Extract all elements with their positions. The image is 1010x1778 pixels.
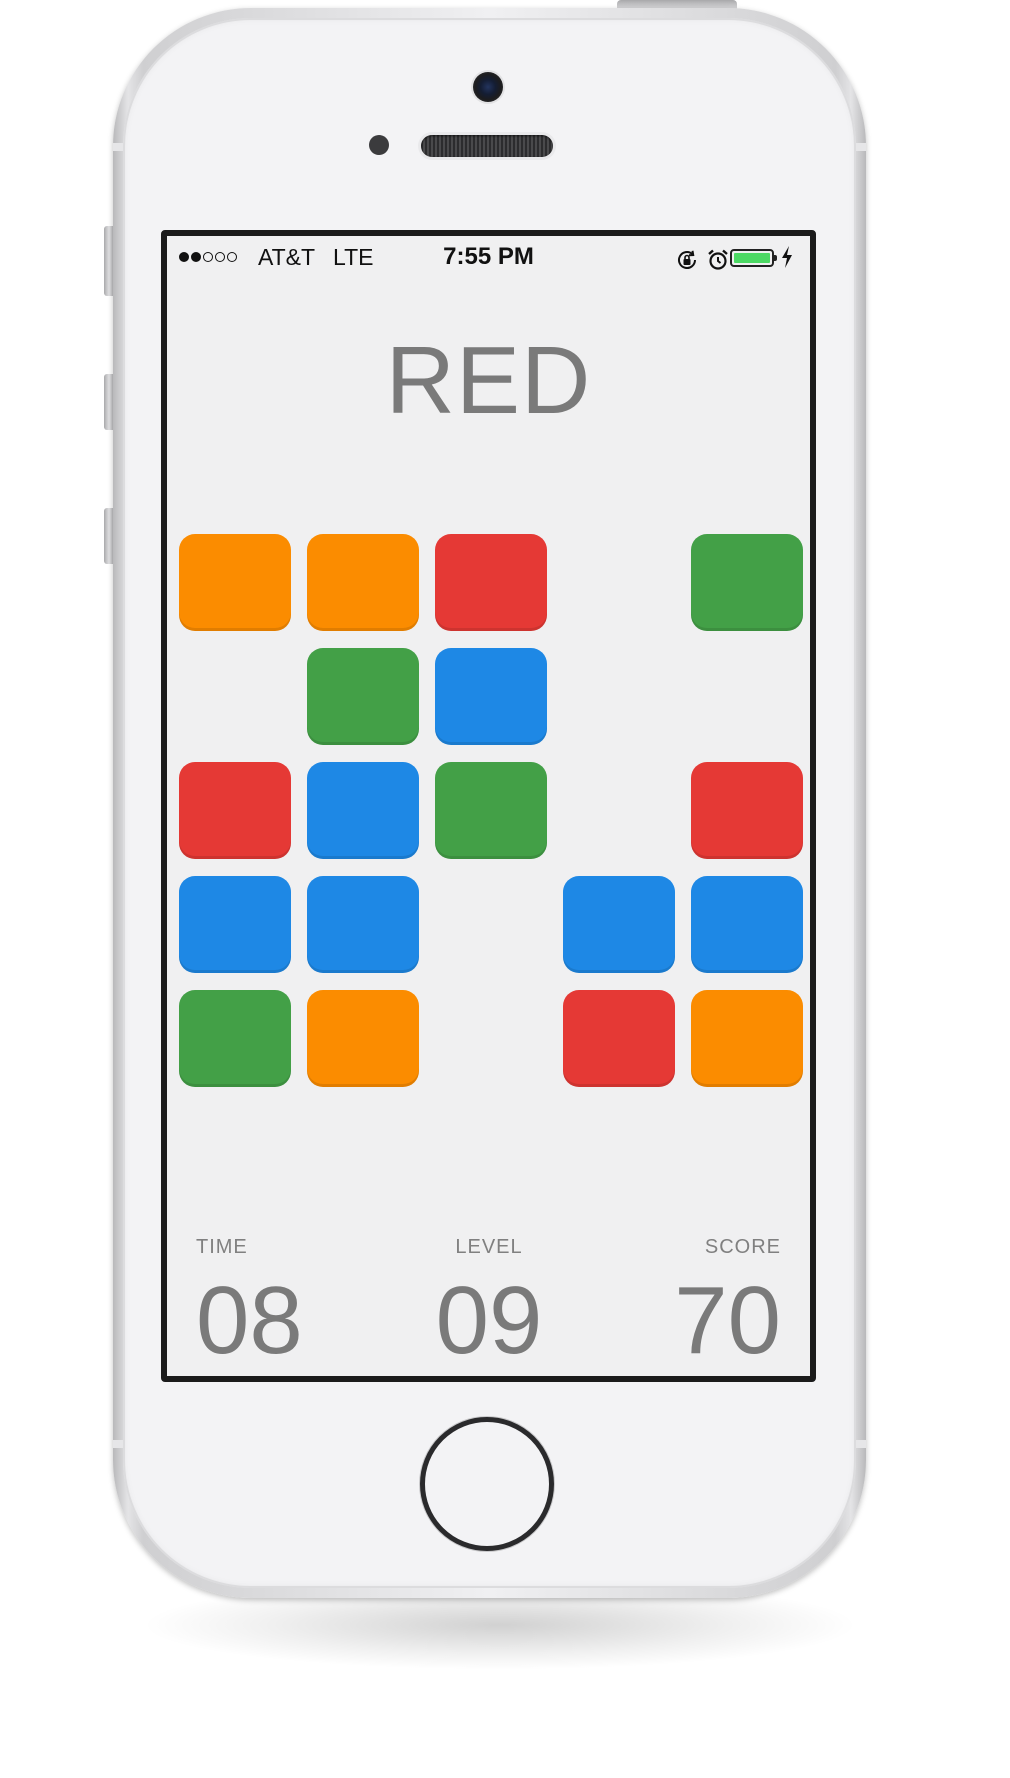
- battery-icon: [730, 249, 774, 267]
- battery-tip: [774, 255, 777, 261]
- score-value: 70: [674, 1267, 781, 1374]
- red-tile[interactable]: [563, 990, 675, 1087]
- orange-tile[interactable]: [179, 534, 291, 631]
- time-label: TIME: [196, 1236, 248, 1258]
- green-tile[interactable]: [435, 762, 547, 859]
- red-tile[interactable]: [691, 762, 803, 859]
- score-label: SCORE: [704, 1236, 781, 1258]
- green-tile[interactable]: [179, 990, 291, 1087]
- earpiece-speaker: [421, 135, 553, 157]
- time-value: 08: [196, 1267, 303, 1374]
- blue-tile[interactable]: [435, 648, 547, 745]
- level-label: LEVEL: [455, 1236, 523, 1258]
- time-stat: TIME 08: [196, 1236, 396, 1369]
- green-tile[interactable]: [307, 648, 419, 745]
- blue-tile[interactable]: [307, 762, 419, 859]
- charging-bolt-icon: [781, 246, 793, 274]
- front-camera: [473, 72, 503, 102]
- green-tile[interactable]: [691, 534, 803, 631]
- tile-grid: [179, 534, 805, 1094]
- level-stat: LEVEL 09: [389, 1236, 589, 1369]
- orange-tile[interactable]: [307, 990, 419, 1087]
- antenna-band: [856, 143, 866, 151]
- orange-tile[interactable]: [691, 990, 803, 1087]
- antenna-band: [856, 1440, 866, 1448]
- battery-level: [734, 253, 770, 263]
- status-bar: AT&T LTE 7:55 PM: [167, 236, 810, 276]
- home-button[interactable]: [420, 1417, 554, 1551]
- antenna-band: [113, 1440, 123, 1448]
- level-value: 09: [435, 1267, 543, 1374]
- red-tile[interactable]: [179, 762, 291, 859]
- blue-tile[interactable]: [691, 876, 803, 973]
- target-color-word: RED: [385, 327, 592, 434]
- blue-tile[interactable]: [179, 876, 291, 973]
- alarm-icon: [706, 248, 730, 278]
- rotation-lock-icon: [675, 248, 699, 278]
- device-mockup: AT&T LTE 7:55 PM RED TIME 08 LEVEL 09 SC…: [0, 0, 1010, 1778]
- proximity-sensor: [369, 135, 389, 155]
- antenna-band: [113, 143, 123, 151]
- score-stat: SCORE 70: [581, 1236, 781, 1369]
- blue-tile[interactable]: [307, 876, 419, 973]
- game-screen: AT&T LTE 7:55 PM RED TIME 08 LEVEL 09 SC…: [161, 230, 816, 1382]
- orange-tile[interactable]: [307, 534, 419, 631]
- red-tile[interactable]: [435, 534, 547, 631]
- blue-tile[interactable]: [563, 876, 675, 973]
